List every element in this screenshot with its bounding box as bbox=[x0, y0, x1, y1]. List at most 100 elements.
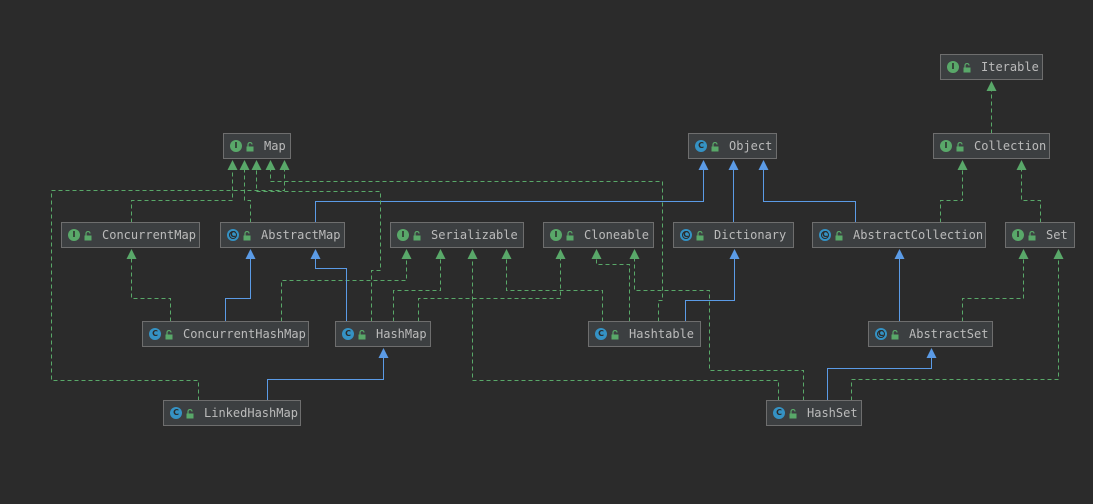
node-map[interactable]: I Map bbox=[223, 133, 291, 159]
abstract-class-icon: C bbox=[819, 229, 831, 241]
edge-line bbox=[1021, 169, 1041, 223]
edge-arrowhead bbox=[378, 348, 389, 358]
edge-line bbox=[315, 258, 347, 322]
interface-icon: I bbox=[947, 61, 959, 73]
node-label: Serializable bbox=[431, 228, 518, 242]
edge-hash-set-to-abstract-set bbox=[827, 348, 937, 401]
unlocked-icon bbox=[84, 230, 93, 241]
node-label: Collection bbox=[974, 139, 1047, 153]
node-label: AbstractCollection bbox=[853, 228, 984, 242]
edge-line bbox=[506, 258, 603, 322]
edge-line bbox=[244, 169, 251, 223]
edge-dictionary-to-object bbox=[728, 160, 739, 223]
edge-arrowhead bbox=[279, 160, 290, 170]
edge-concurrent-hash-map-to-abstract-map bbox=[225, 249, 256, 322]
class-icon: C bbox=[149, 328, 161, 340]
unlocked-icon bbox=[611, 329, 620, 340]
edge-hash-map-to-abstract-map bbox=[310, 249, 347, 322]
interface-icon: I bbox=[397, 229, 409, 241]
unlocked-icon bbox=[789, 408, 798, 419]
edge-line bbox=[225, 258, 251, 322]
interface-icon: I bbox=[230, 140, 242, 152]
node-hash-set[interactable]: C HashSet bbox=[766, 400, 862, 426]
node-label: Object bbox=[729, 139, 773, 153]
node-iterable[interactable]: I Iterable bbox=[940, 54, 1043, 80]
node-label: Set bbox=[1046, 228, 1068, 242]
edge-arrowhead bbox=[401, 249, 412, 259]
node-serializable[interactable]: I Serializable bbox=[390, 222, 524, 248]
edge-abstract-collection-to-object bbox=[758, 160, 856, 223]
node-object[interactable]: C Object bbox=[688, 133, 777, 159]
interface-icon: I bbox=[550, 229, 562, 241]
unlocked-icon bbox=[956, 141, 965, 152]
edge-arrowhead bbox=[126, 249, 137, 259]
node-abstract-map[interactable]: C AbstractMap bbox=[220, 222, 345, 248]
edge-arrowhead bbox=[728, 160, 739, 170]
node-linked-hash-map[interactable]: C LinkedHashMap bbox=[163, 400, 301, 426]
node-set[interactable]: I Set bbox=[1005, 222, 1075, 248]
edge-arrowhead bbox=[986, 81, 997, 91]
node-label: Cloneable bbox=[584, 228, 650, 242]
node-label: ConcurrentHashMap bbox=[183, 327, 306, 341]
node-concurrent-hash-map[interactable]: C ConcurrentHashMap bbox=[142, 321, 309, 347]
edge-abstract-set-to-abstract-collection bbox=[894, 249, 905, 322]
unlocked-icon bbox=[165, 329, 174, 340]
node-hashtable[interactable]: C Hashtable bbox=[588, 321, 701, 347]
edge-hashtable-to-serializable bbox=[501, 249, 603, 322]
edge-arrowhead bbox=[758, 160, 769, 170]
node-abstract-set[interactable]: C AbstractSet bbox=[868, 321, 993, 347]
edge-arrowhead bbox=[239, 160, 250, 170]
edge-arrowhead bbox=[591, 249, 602, 259]
edge-arrowhead bbox=[1018, 249, 1029, 259]
edge-line bbox=[51, 169, 285, 401]
edge-abstract-set-to-set bbox=[962, 249, 1029, 322]
node-label: HashSet bbox=[807, 406, 858, 420]
class-icon: C bbox=[595, 328, 607, 340]
node-dictionary[interactable]: C Dictionary bbox=[673, 222, 794, 248]
edge-hashtable-to-cloneable bbox=[591, 249, 630, 322]
edge-arrowhead bbox=[245, 249, 256, 259]
unlocked-icon bbox=[243, 230, 252, 241]
edge-concurrent-map-to-map bbox=[131, 160, 238, 223]
edge-line bbox=[315, 169, 704, 223]
node-label: Map bbox=[264, 139, 286, 153]
edge-line bbox=[962, 258, 1024, 322]
node-concurrent-map[interactable]: I ConcurrentMap bbox=[61, 222, 200, 248]
unlocked-icon bbox=[186, 408, 195, 419]
edge-arrowhead bbox=[926, 348, 937, 358]
abstract-class-icon: C bbox=[227, 229, 239, 241]
node-hash-map[interactable]: C HashMap bbox=[335, 321, 431, 347]
edge-arrowhead bbox=[467, 249, 478, 259]
edge-line bbox=[131, 258, 171, 322]
edge-arrowhead bbox=[698, 160, 709, 170]
edge-linked-hash-map-to-map bbox=[51, 160, 290, 401]
edge-line bbox=[596, 258, 630, 322]
interface-icon: I bbox=[1012, 229, 1024, 241]
class-hierarchy-diagram bbox=[51, 81, 1064, 401]
class-icon: C bbox=[773, 407, 785, 419]
node-label: AbstractSet bbox=[909, 327, 989, 341]
edge-abstract-map-to-object bbox=[315, 160, 709, 223]
edge-arrowhead bbox=[251, 160, 262, 170]
unlocked-icon bbox=[246, 141, 255, 152]
interface-icon: I bbox=[68, 229, 80, 241]
node-cloneable[interactable]: I Cloneable bbox=[543, 222, 654, 248]
edge-linked-hash-map-to-hash-map bbox=[267, 348, 389, 401]
node-abstract-collection[interactable]: C AbstractCollection bbox=[812, 222, 986, 248]
class-icon: C bbox=[342, 328, 354, 340]
interface-icon: I bbox=[940, 140, 952, 152]
edge-line bbox=[267, 357, 384, 401]
node-label: Iterable bbox=[981, 60, 1039, 74]
edge-abstract-collection-to-collection bbox=[940, 160, 968, 223]
edge-arrowhead bbox=[894, 249, 905, 259]
node-label: Hashtable bbox=[629, 327, 695, 341]
edge-arrowhead bbox=[435, 249, 446, 259]
unlocked-icon bbox=[963, 62, 972, 73]
node-collection[interactable]: I Collection bbox=[933, 133, 1050, 159]
edge-arrowhead bbox=[310, 249, 321, 259]
edge-arrowhead bbox=[227, 160, 238, 170]
edge-arrowhead bbox=[1053, 249, 1064, 259]
node-label: Dictionary bbox=[714, 228, 787, 242]
edge-arrowhead bbox=[957, 160, 968, 170]
edge-set-to-collection bbox=[1016, 160, 1041, 223]
